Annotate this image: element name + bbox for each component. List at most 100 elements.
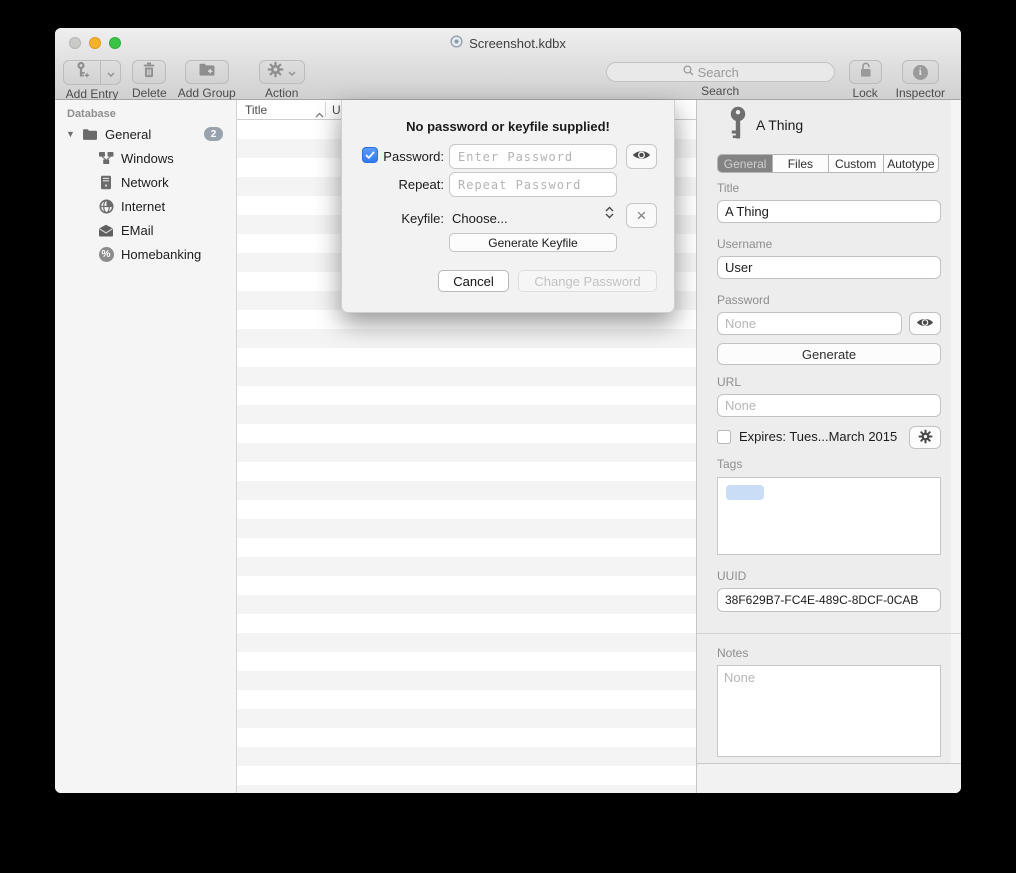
sidebar-item-label: EMail: [121, 223, 154, 238]
inspector-label: Inspector: [896, 86, 945, 100]
server-icon: [97, 175, 115, 190]
search-icon: [683, 63, 694, 81]
folder-icon: [81, 128, 99, 141]
sort-ascending-icon: [315, 107, 324, 121]
search-tool: Search: [606, 60, 835, 100]
close-icon: ×: [637, 206, 647, 226]
sidebar-item-internet[interactable]: Internet: [55, 194, 236, 218]
expires-label: Expires: Tues...March 2015: [739, 429, 897, 444]
sidebar-item-label: Internet: [121, 199, 165, 214]
add-group-tool: Add Group: [178, 60, 236, 100]
sidebar: Database ▼ General 2 Windows Networ: [55, 100, 237, 793]
generate-password-button[interactable]: Generate: [717, 343, 941, 365]
inspector-scrollbar[interactable]: [951, 100, 961, 763]
tab-autotype[interactable]: Autotype: [883, 155, 938, 172]
tab-general[interactable]: General: [718, 155, 772, 172]
app-window: Screenshot.kdbx: [55, 28, 961, 793]
column-header-username[interactable]: U: [332, 103, 341, 117]
repeat-password-input[interactable]: [449, 172, 617, 197]
globe-icon: [97, 199, 115, 214]
sidebar-item-general[interactable]: ▼ General 2: [55, 122, 236, 146]
document-icon: [450, 35, 463, 51]
url-field[interactable]: [717, 394, 941, 417]
add-entry-dropdown[interactable]: [101, 60, 121, 85]
column-divider[interactable]: [325, 102, 326, 117]
uuid-label: UUID: [717, 569, 746, 583]
password-field[interactable]: [717, 312, 902, 335]
delete-button[interactable]: [132, 60, 166, 84]
action-label: Action: [265, 86, 298, 100]
keyfile-popup-value[interactable]: Choose...: [452, 211, 508, 226]
tab-files[interactable]: Files: [772, 155, 827, 172]
entry-title: A Thing: [756, 117, 803, 133]
sidebar-item-windows[interactable]: Windows: [55, 146, 236, 170]
key-plus-icon: [74, 61, 90, 84]
add-entry-button[interactable]: [63, 60, 101, 85]
sidebar-section-header: Database: [67, 108, 116, 120]
inspector-panel: A Thing General Files Custom Autotype Ti…: [696, 100, 961, 793]
sidebar-item-label: General: [105, 127, 151, 142]
lock-button[interactable]: [849, 60, 882, 84]
envelope-icon: [97, 224, 115, 237]
dialog-repeat-label: Repeat:: [342, 177, 444, 192]
search-input[interactable]: [698, 65, 758, 80]
title-label: Title: [717, 181, 739, 195]
expires-checkbox[interactable]: [717, 430, 731, 444]
search-field[interactable]: [606, 62, 835, 82]
enter-password-input[interactable]: [449, 144, 617, 169]
delete-tool: Delete: [132, 60, 167, 100]
lock-tool: Lock: [849, 60, 882, 100]
add-group-button[interactable]: [185, 60, 229, 84]
inspector-button[interactable]: i: [902, 60, 939, 84]
gear-icon: [267, 61, 284, 83]
username-label: Username: [717, 237, 772, 251]
lock-open-icon: [858, 61, 873, 83]
trash-icon: [141, 61, 157, 83]
notes-label: Notes: [717, 646, 748, 660]
inspector-footer: [697, 763, 961, 793]
dialog-password-label: Password:: [342, 149, 444, 164]
sidebar-item-homebanking[interactable]: % Homebanking: [55, 242, 236, 266]
entry-count-badge: 2: [204, 127, 223, 141]
inspector-tool: i Inspector: [896, 60, 945, 100]
reveal-password-button[interactable]: [909, 312, 941, 335]
window-title: Screenshot.kdbx: [469, 36, 566, 51]
info-icon: i: [913, 65, 928, 80]
action-tool: Action: [259, 60, 305, 100]
tab-custom[interactable]: Custom: [828, 155, 883, 172]
dialog-keyfile-label: Keyfile:: [342, 211, 444, 226]
lock-label: Lock: [852, 86, 877, 100]
dialog-reveal-password-button[interactable]: [626, 144, 657, 169]
change-password-dialog: No password or keyfile supplied! Passwor…: [341, 100, 675, 313]
username-field[interactable]: [717, 256, 941, 279]
eye-icon: [632, 149, 651, 164]
expires-settings-button[interactable]: [909, 426, 941, 449]
window-header: Screenshot.kdbx: [55, 28, 961, 100]
add-entry-tool: Add Entry: [63, 60, 121, 100]
generate-keyfile-button[interactable]: Generate Keyfile: [449, 233, 617, 252]
delete-label: Delete: [132, 86, 167, 100]
column-header-title[interactable]: Title: [245, 103, 267, 117]
search-label: Search: [701, 84, 739, 98]
inspector-tabs: General Files Custom Autotype: [717, 154, 939, 173]
disclosure-triangle-icon[interactable]: ▼: [66, 129, 75, 139]
sidebar-item-email[interactable]: EMail: [55, 218, 236, 242]
add-entry-label: Add Entry: [66, 87, 119, 101]
notes-field[interactable]: [717, 665, 941, 757]
dialog-message: No password or keyfile supplied!: [342, 119, 674, 134]
tags-box[interactable]: [717, 477, 941, 555]
stepper-icon[interactable]: [605, 206, 614, 219]
tag-token[interactable]: [726, 485, 764, 500]
sidebar-item-network[interactable]: Network: [55, 170, 236, 194]
add-group-label: Add Group: [178, 86, 236, 100]
action-button[interactable]: [259, 60, 305, 84]
gear-icon: [918, 429, 933, 447]
titlebar[interactable]: Screenshot.kdbx: [55, 28, 961, 58]
cancel-button[interactable]: Cancel: [438, 270, 509, 292]
key-icon: [727, 106, 749, 145]
toolbar: Add Entry Delete: [55, 58, 961, 100]
title-field[interactable]: [717, 200, 941, 223]
uuid-field[interactable]: [717, 588, 941, 612]
clear-keyfile-button[interactable]: ×: [626, 203, 657, 228]
change-password-button[interactable]: Change Password: [518, 270, 657, 292]
